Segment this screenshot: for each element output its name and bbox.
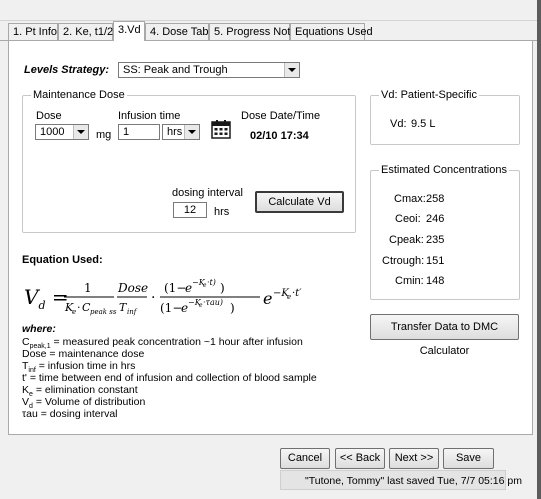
svg-text:e: e	[72, 308, 76, 316]
chevron-down-icon	[284, 63, 299, 77]
dosing-interval-label: dosing interval	[172, 187, 243, 199]
legend-symbol: C	[22, 336, 30, 348]
svg-text:1: 1	[84, 281, 92, 295]
legend-symbol: K	[22, 384, 30, 396]
tab-ke[interactable]: 2. Ke, t1/2	[58, 23, 113, 40]
legend-symbol: Dose	[22, 348, 47, 360]
equation-formula-graphic: 1 Ke · Cpeak ss Dose Tinf · (1− e −Ke ·t)…	[64, 278, 302, 316]
svg-text:(1−: (1−	[164, 281, 186, 295]
legend-item: Dose = maintenance dose	[22, 348, 144, 360]
vd-equation: Vd = 1 Ke · Cpeak ss Dose Tinf · (1− e −…	[22, 274, 352, 322]
svg-text:·t): ·t)	[207, 278, 216, 287]
save-button[interactable]: Save	[443, 448, 494, 469]
dose-select[interactable]: 1000	[35, 124, 89, 140]
equation-heading: Equation Used:	[22, 254, 103, 266]
tab-label: 2. Ke, t1/2	[63, 26, 114, 38]
where-label: where:	[22, 323, 56, 335]
tab-equations-used[interactable]: Equations Used	[290, 23, 373, 40]
cmax-label: Cmax:	[394, 193, 426, 205]
infusion-time-label: Infusion time	[118, 110, 181, 122]
dose-label: Dose	[36, 110, 62, 122]
dose-value: 1000	[40, 126, 65, 138]
infusion-unit-value: hrs	[167, 126, 183, 138]
legend-item: t' = time between end of infusion and co…	[22, 372, 317, 384]
vd-value: 9.5 L	[411, 118, 436, 130]
ceoi-label: Ceoi:	[395, 213, 421, 225]
levels-strategy-select[interactable]: SS: Peak and Trough	[118, 62, 300, 78]
svg-text:inf: inf	[127, 308, 138, 316]
tab-progress-note[interactable]: 5. Progress Note	[209, 23, 297, 40]
cmin-label: Cmin:	[395, 275, 424, 287]
tab-pt-info[interactable]: 1. Pt Info	[8, 23, 58, 40]
dose-datetime-label: Dose Date/Time	[241, 110, 321, 122]
status-bar: "Tutone, Tommy" last saved Tue, 7/7 05:1…	[280, 470, 522, 490]
tab-label: 4. Dose Table	[150, 26, 218, 38]
legend-text: = maintenance dose	[46, 348, 145, 360]
calendar-icon[interactable]	[211, 119, 231, 139]
chevron-down-icon	[184, 125, 199, 139]
legend-text: = measured peak concentration ~1 hour af…	[50, 336, 303, 348]
svg-text:peak ss: peak ss	[90, 308, 117, 316]
tab-vd[interactable]: 3.Vd	[113, 21, 145, 41]
infusion-time-input[interactable]: 1	[118, 124, 160, 140]
title-strip	[0, 0, 541, 21]
group-title: Estimated Concentrations	[379, 164, 509, 176]
tab-label: 5. Progress Note	[214, 26, 297, 38]
tab-label: 1. Pt Info	[13, 26, 58, 38]
infusion-unit-select[interactable]: hrs	[162, 124, 200, 140]
svg-text:e: e	[287, 293, 291, 301]
levels-strategy-value: SS: Peak and Trough	[123, 64, 228, 76]
next-button[interactable]: Next >>	[389, 448, 439, 469]
levels-strategy-label: Levels Strategy:	[24, 64, 109, 76]
svg-text:·τau): ·τau)	[203, 298, 223, 307]
window-edge	[537, 0, 541, 499]
cpeak-label: Cpeak:	[389, 234, 424, 246]
svg-text:Dose: Dose	[117, 281, 148, 295]
vd-label: Vd:	[390, 118, 407, 130]
cmax-value: 258	[426, 193, 445, 205]
svg-text:·t′: ·t′	[292, 288, 302, 299]
transfer-to-dmc-button[interactable]: Transfer Data to DMC Calculator	[370, 314, 519, 357]
svg-text:e: e	[263, 289, 272, 308]
tab-dose-table[interactable]: 4. Dose Table	[145, 23, 217, 40]
calculate-vd-button[interactable]: Calculate Vd	[255, 191, 344, 213]
equation-lhs-sub: d	[38, 299, 46, 312]
tab-label: Equations Used	[295, 26, 373, 38]
legend-text: = elimination constant	[32, 384, 138, 396]
tab-label: 3.Vd	[118, 24, 141, 36]
ctrough-label: Ctrough:	[382, 255, 425, 267]
legend-symbol: V	[22, 396, 30, 408]
dosing-interval-unit: hrs	[214, 206, 230, 218]
legend-text: = infusion time in hrs	[35, 360, 136, 372]
chevron-down-icon	[73, 125, 88, 139]
svg-text:·: ·	[151, 290, 155, 306]
group-title: Maintenance Dose	[31, 89, 127, 101]
legend-symbol: τau	[22, 408, 38, 420]
last-saved-status: "Tutone, Tommy" last saved Tue, 7/7 05:1…	[305, 475, 522, 487]
cancel-button[interactable]: Cancel	[280, 448, 330, 469]
legend-text: = dosing interval	[37, 408, 118, 420]
svg-text:·: ·	[77, 301, 81, 314]
cmin-value: 148	[426, 275, 445, 287]
ctrough-value: 151	[426, 255, 445, 267]
legend-item: τau = dosing interval	[22, 408, 118, 420]
ceoi-value: 246	[426, 213, 445, 225]
dosing-interval-input[interactable]: 12	[173, 202, 207, 218]
equation-lhs-symbol: V	[24, 285, 39, 309]
dose-unit: mg	[96, 129, 112, 141]
group-title: Vd: Patient-Specific	[379, 89, 479, 101]
svg-text:): )	[230, 301, 235, 315]
dose-datetime-value: 02/10 17:34	[250, 130, 309, 142]
back-button[interactable]: << Back	[335, 448, 385, 469]
svg-text:(1−: (1−	[160, 301, 182, 315]
svg-text:): )	[220, 281, 225, 295]
cpeak-value: 235	[426, 234, 445, 246]
legend-text: = Volume of distribution	[32, 396, 146, 408]
legend-text: = time between end of infusion and colle…	[26, 372, 317, 384]
